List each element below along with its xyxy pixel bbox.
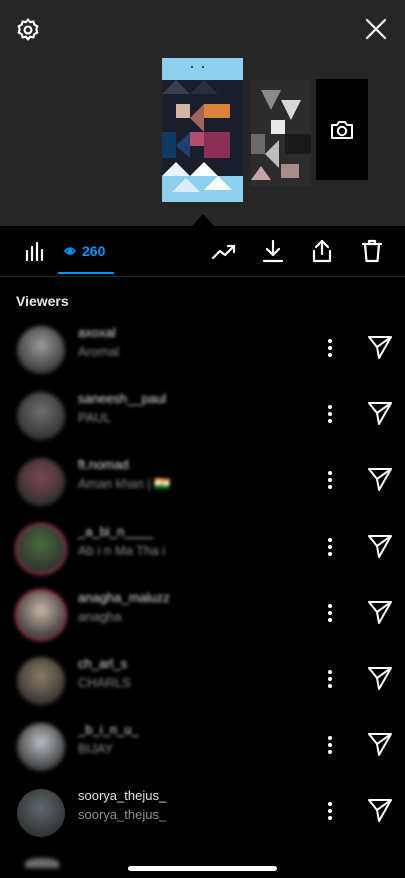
send-message-button[interactable] [367, 334, 393, 365]
more-options-button[interactable] [326, 601, 334, 625]
viewer-username[interactable]: ch_arl_s [78, 656, 127, 671]
send-message-button[interactable] [367, 599, 393, 630]
send-icon [368, 468, 392, 492]
avatar[interactable] [17, 326, 65, 374]
promote-button[interactable] [210, 239, 238, 263]
viewer-username[interactable]: soorya_thejus_ [78, 788, 166, 803]
more-options-button[interactable] [326, 336, 334, 360]
send-message-button[interactable] [367, 533, 393, 564]
viewer-row[interactable]: axoxal Aromal [0, 322, 405, 388]
viewer-full-name: Ab i n Ma Tha i [78, 542, 166, 558]
views-tab-indicator [58, 272, 114, 274]
story-preview-panel [0, 0, 405, 226]
viewer-row[interactable]: saneesh__paul PAUL [0, 388, 405, 454]
close-icon [365, 18, 387, 40]
viewer-username[interactable]: axoxal [78, 325, 116, 340]
viewer-full-name: anagha [78, 608, 122, 624]
more-vertical-icon [328, 405, 332, 424]
viewer-row[interactable]: anagha_maluzzanagha [0, 587, 405, 653]
viewer-username[interactable]: _a_bi_n____ [78, 524, 153, 539]
more-vertical-icon [328, 802, 332, 821]
send-icon [368, 336, 392, 359]
share-icon [312, 239, 332, 263]
more-options-button[interactable] [326, 535, 334, 559]
more-vertical-icon [328, 537, 332, 556]
send-message-button[interactable] [367, 665, 393, 696]
more-vertical-icon [328, 339, 332, 357]
viewer-row[interactable]: soorya_thejus_ soorya_thejus_ [0, 785, 405, 851]
send-message-button[interactable] [367, 797, 393, 828]
viewer-username[interactable]: ft.nomad [78, 457, 129, 472]
avatar[interactable] [17, 392, 65, 441]
story-toolbar: 260 [0, 226, 405, 277]
viewer-full-name: PAUL [78, 410, 111, 426]
more-options-button[interactable] [326, 733, 334, 757]
viewer-row[interactable]: ch_arl_s CHARLS [0, 653, 405, 719]
avatar[interactable] [17, 458, 65, 507]
send-icon [368, 534, 392, 558]
viewer-username[interactable]: anagha_maluzz [78, 590, 170, 605]
viewer-username[interactable]: saneesh__paul [78, 391, 166, 406]
more-vertical-icon [328, 670, 332, 688]
home-indicator [128, 866, 277, 871]
viewer-row[interactable]: _a_bi_n____ Ab i n Ma Tha i [0, 521, 405, 587]
send-icon [368, 402, 392, 426]
avatar[interactable] [17, 723, 65, 772]
more-vertical-icon [328, 603, 332, 622]
share-button[interactable] [309, 237, 335, 265]
send-icon [368, 733, 392, 757]
send-message-button[interactable] [367, 400, 393, 431]
avatar[interactable] [17, 524, 65, 573]
viewer-full-name: Aromal [78, 344, 120, 359]
close-button[interactable] [362, 15, 390, 43]
viewer-username[interactable]: _b_i_n_u_ [78, 722, 139, 737]
settings-button[interactable] [14, 16, 42, 44]
add-story-button[interactable] [316, 79, 368, 180]
trash-icon [361, 239, 383, 263]
viewer-full-name: Aman khan | 🇮🇳 [78, 476, 171, 492]
send-icon [368, 799, 392, 823]
viewer-full-name: soorya_thejus_ [78, 807, 167, 823]
delete-button[interactable] [359, 237, 385, 265]
viewers-heading: Viewers [16, 293, 69, 309]
avatar[interactable] [25, 858, 59, 868]
more-options-button[interactable] [326, 402, 334, 426]
send-icon [368, 667, 392, 690]
trend-icon [211, 244, 236, 260]
viewer-row[interactable]: _b_i_n_u_ BIJAY [0, 719, 405, 785]
views-tab[interactable]: 260 [64, 243, 105, 259]
views-count: 260 [82, 243, 106, 259]
next-story-thumbnail[interactable] [251, 80, 311, 186]
bar-chart-icon [25, 241, 44, 261]
avatar[interactable] [17, 590, 65, 639]
more-vertical-icon [328, 736, 332, 755]
viewer-full-name: CHARLS [78, 675, 131, 690]
send-message-button[interactable] [367, 466, 393, 497]
eye-icon [64, 247, 76, 255]
more-vertical-icon [328, 471, 332, 490]
more-options-button[interactable] [326, 667, 334, 691]
more-options-button[interactable] [326, 468, 334, 492]
camera-icon [331, 120, 353, 139]
avatar[interactable] [17, 789, 65, 838]
avatar[interactable] [17, 657, 65, 705]
send-icon [368, 600, 392, 624]
current-story-thumbnail[interactable] [162, 58, 243, 202]
more-options-button[interactable] [326, 799, 334, 823]
send-message-button[interactable] [367, 731, 393, 762]
insights-button[interactable] [22, 239, 46, 263]
viewer-row[interactable]: ft.nomad Aman khan | 🇮🇳 [0, 454, 405, 520]
download-icon [262, 239, 284, 263]
selected-story-pointer [192, 214, 214, 226]
viewer-full-name: BIJAY [78, 741, 114, 757]
gear-icon [17, 18, 39, 41]
download-button[interactable] [260, 237, 286, 265]
